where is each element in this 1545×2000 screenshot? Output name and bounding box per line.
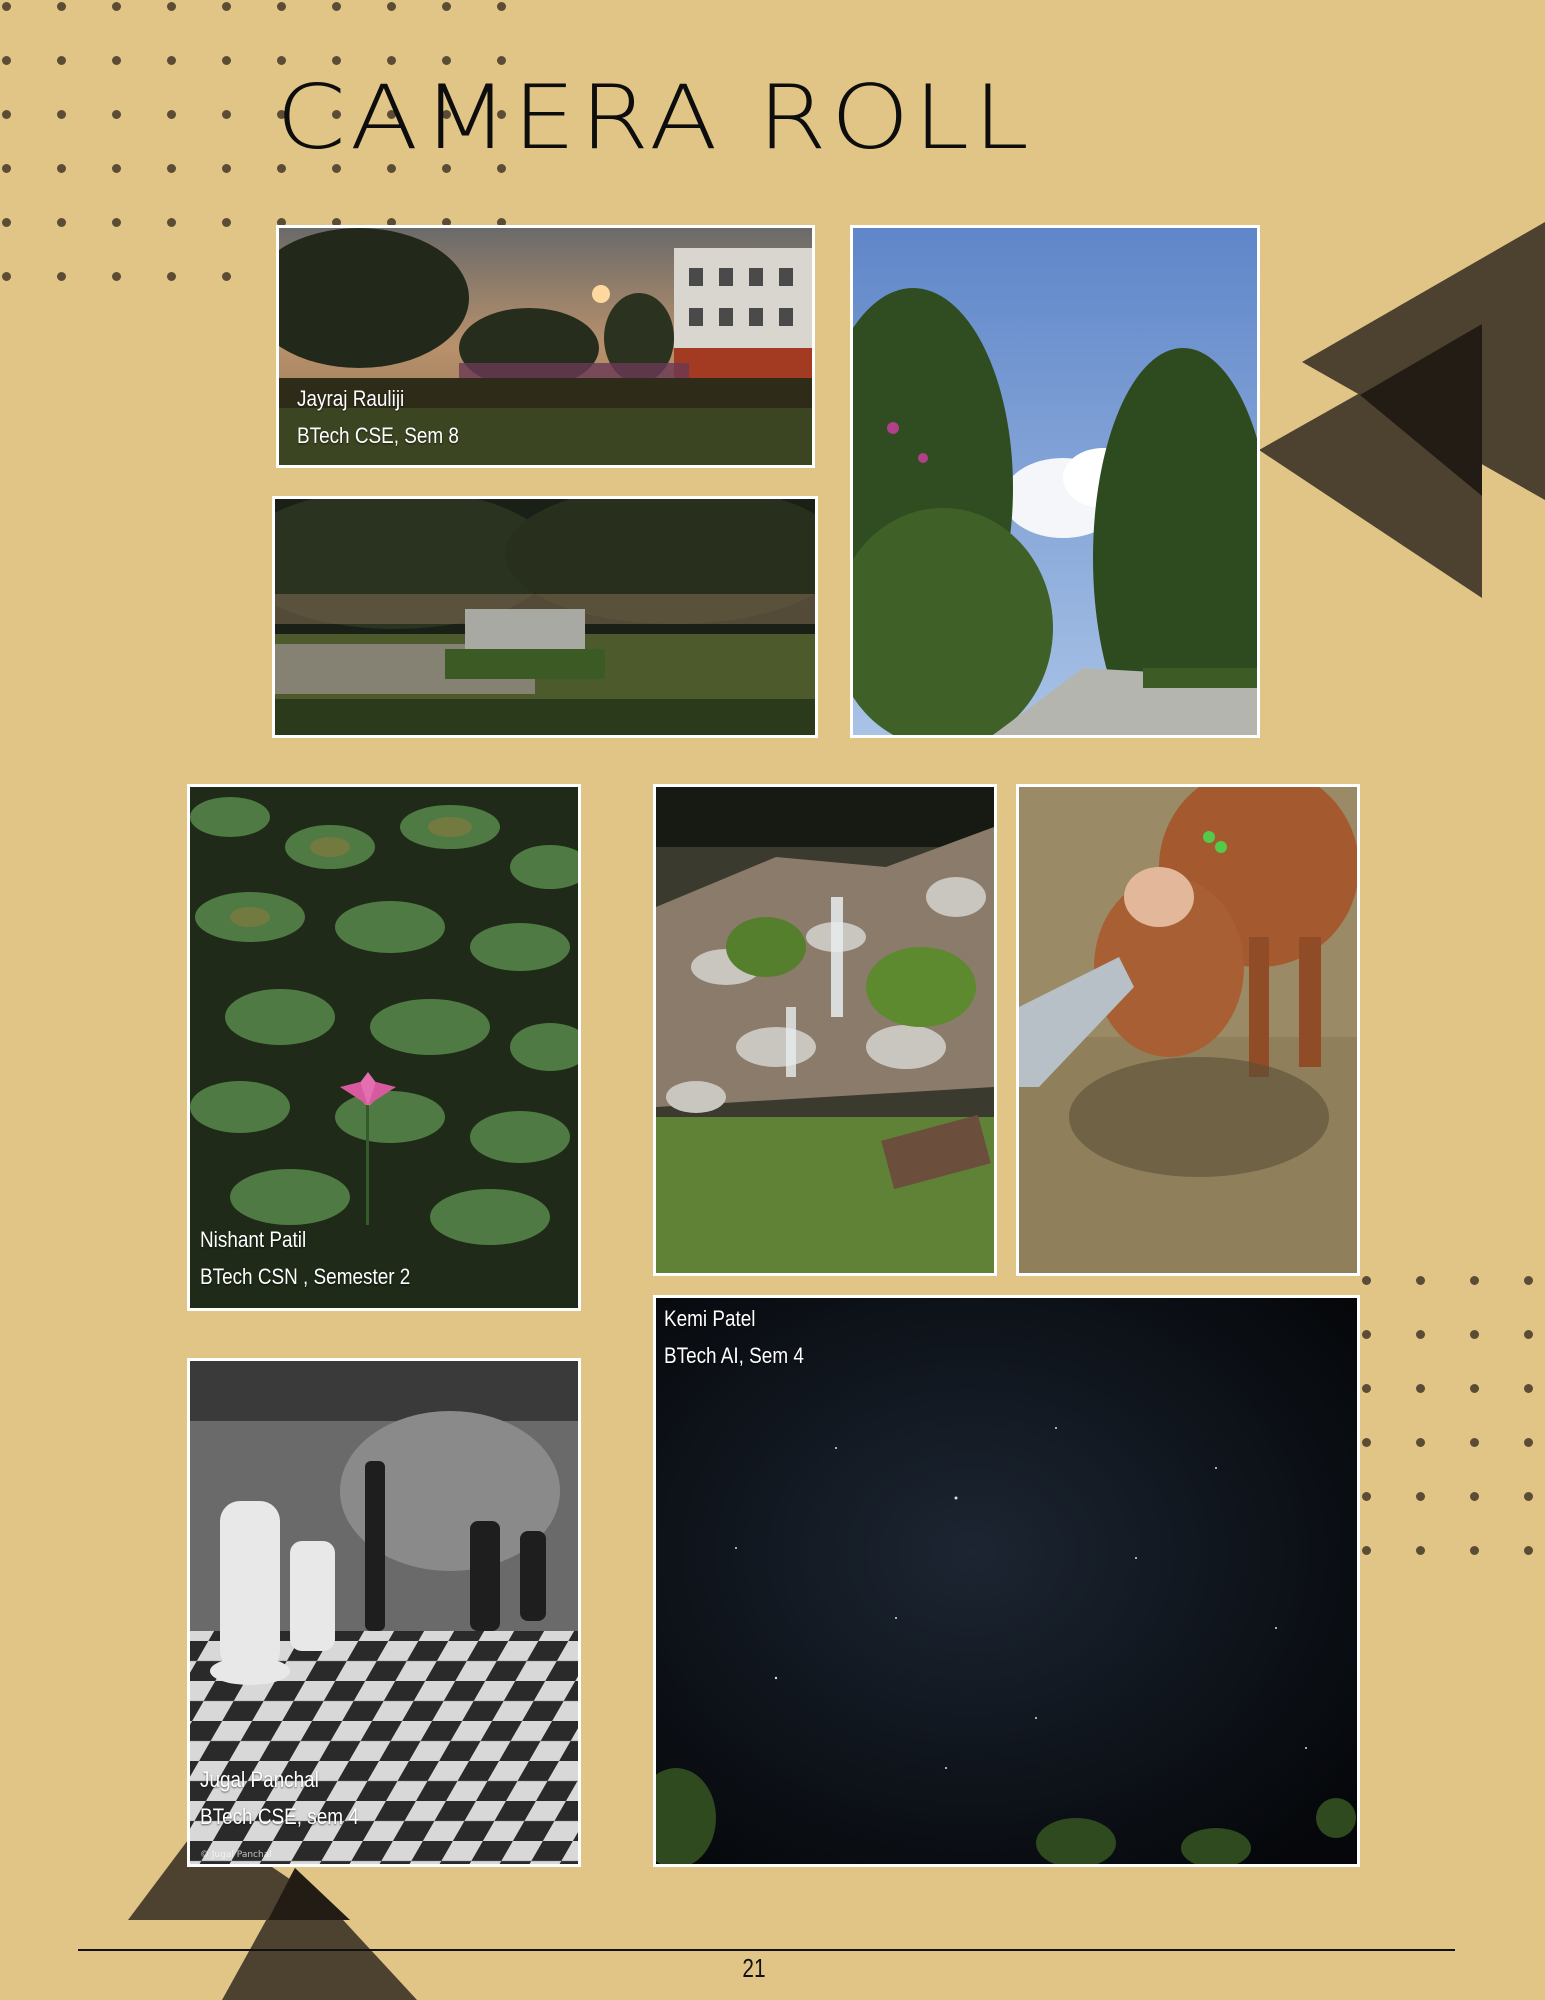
decorative-dot <box>1416 1384 1425 1393</box>
rock-waterfall-image <box>656 787 994 1273</box>
decorative-dot <box>57 218 66 227</box>
decorative-dot <box>387 2 396 11</box>
decorative-dot <box>1470 1276 1479 1285</box>
decorative-dot <box>2 110 11 119</box>
photographer-detail: BTech CSE, sem 4 <box>200 1804 359 1829</box>
photo-credit: © Jugal Panchal <box>200 1850 272 1860</box>
photographer-detail: BTech CSN , Semester 2 <box>200 1264 411 1289</box>
decorative-dot <box>112 110 121 119</box>
decorative-dot <box>2 56 11 65</box>
decorative-dot <box>1362 1276 1371 1285</box>
decorative-dot <box>112 272 121 281</box>
decorative-dot <box>1524 1330 1533 1339</box>
decorative-dot <box>497 56 506 65</box>
decorative-dot <box>1362 1330 1371 1339</box>
decorative-dot <box>1362 1438 1371 1447</box>
petting-calf-image <box>1019 787 1357 1273</box>
photographer-detail: BTech CSE, Sem 8 <box>297 423 459 448</box>
decorative-dot <box>1470 1438 1479 1447</box>
decorative-dot <box>1524 1546 1533 1555</box>
decorative-dot <box>222 164 231 173</box>
decorative-dot <box>222 2 231 11</box>
decorative-dot <box>2 272 11 281</box>
decorative-dot <box>1416 1546 1425 1555</box>
decorative-dot <box>1470 1330 1479 1339</box>
decorative-dot <box>1416 1276 1425 1285</box>
photo-caption: Nishant Patil BTech CSN , Semester 2 <box>200 1221 410 1295</box>
dot-pattern-right <box>1350 1270 1545 1560</box>
decorative-dot <box>1470 1546 1479 1555</box>
decorative-dot <box>1524 1492 1533 1501</box>
decorative-dot <box>57 272 66 281</box>
photographer-name: Jayraj Rauliji <box>297 386 405 411</box>
photographer-name: Kemi Patel <box>664 1306 756 1331</box>
photographer-name: Nishant Patil <box>200 1227 307 1252</box>
decorative-dot <box>1416 1492 1425 1501</box>
decorative-dot <box>167 56 176 65</box>
decorative-dot <box>1524 1276 1533 1285</box>
decorative-dot <box>1470 1492 1479 1501</box>
decorative-dot <box>497 2 506 11</box>
decorative-dot <box>1416 1330 1425 1339</box>
photo-caption: Jayraj Rauliji BTech CSE, Sem 8 <box>297 380 459 454</box>
photo-lotus-pond: Nishant Patil BTech CSN , Semester 2 <box>187 784 581 1311</box>
garden-sculpture-image <box>275 499 815 735</box>
decorative-dot <box>167 272 176 281</box>
decorative-dot <box>2 2 11 11</box>
photographer-detail: BTech AI, Sem 4 <box>664 1343 804 1368</box>
night-sky-image <box>656 1298 1357 1864</box>
decorative-dot <box>332 2 341 11</box>
footer-rule <box>78 1949 1455 1951</box>
decorative-dot <box>222 56 231 65</box>
decorative-dot <box>57 56 66 65</box>
decorative-dot <box>167 164 176 173</box>
tree-lined-road-image <box>853 228 1257 735</box>
decorative-dot <box>1470 1384 1479 1393</box>
decorative-dot <box>1362 1492 1371 1501</box>
decorative-dot <box>1362 1384 1371 1393</box>
decorative-dot <box>1362 1546 1371 1555</box>
photo-caption: Kemi Patel BTech AI, Sem 4 <box>664 1300 804 1374</box>
decorative-dot <box>222 110 231 119</box>
decorative-dot <box>112 56 121 65</box>
decorative-dot <box>112 218 121 227</box>
magazine-page: CAMERA ROLL Jayraj Rauliji BTech CSE, Se… <box>0 0 1545 2000</box>
photo-rock-waterfall <box>653 784 997 1276</box>
decorative-dot <box>167 218 176 227</box>
photographer-name: Jugal Panchal <box>200 1767 319 1792</box>
photo-tree-lined-road <box>850 225 1260 738</box>
decorative-dot <box>277 2 286 11</box>
decorative-dot <box>277 56 286 65</box>
photo-garden-sculpture <box>272 496 818 738</box>
photo-night-sky: Kemi Patel BTech AI, Sem 4 <box>653 1295 1360 1867</box>
decorative-dot <box>112 164 121 173</box>
photo-petting-calf <box>1016 784 1360 1276</box>
photo-courtyard-sunset: Jayraj Rauliji BTech CSE, Sem 8 <box>276 225 815 468</box>
decorative-dot <box>1524 1438 1533 1447</box>
decorative-dot <box>2 218 11 227</box>
page-title: CAMERA ROLL <box>276 66 1033 170</box>
decorative-dot <box>57 2 66 11</box>
decorative-dot <box>222 218 231 227</box>
decorative-dot <box>332 56 341 65</box>
decorative-dot <box>167 2 176 11</box>
decorative-dot <box>1416 1438 1425 1447</box>
decorative-dot <box>57 110 66 119</box>
decorative-dot <box>442 2 451 11</box>
decorative-dot <box>442 56 451 65</box>
photo-chess-board: Jugal Panchal BTech CSE, sem 4 © Jugal P… <box>187 1358 581 1867</box>
decorative-dot <box>387 56 396 65</box>
decorative-dot <box>1524 1384 1533 1393</box>
decorative-dot <box>112 2 121 11</box>
page-number: 21 <box>742 1953 766 1983</box>
photo-caption: Jugal Panchal BTech CSE, sem 4 <box>200 1761 359 1835</box>
decorative-dot <box>2 164 11 173</box>
decorative-dot <box>222 272 231 281</box>
decorative-dot <box>57 164 66 173</box>
decorative-dot <box>167 110 176 119</box>
